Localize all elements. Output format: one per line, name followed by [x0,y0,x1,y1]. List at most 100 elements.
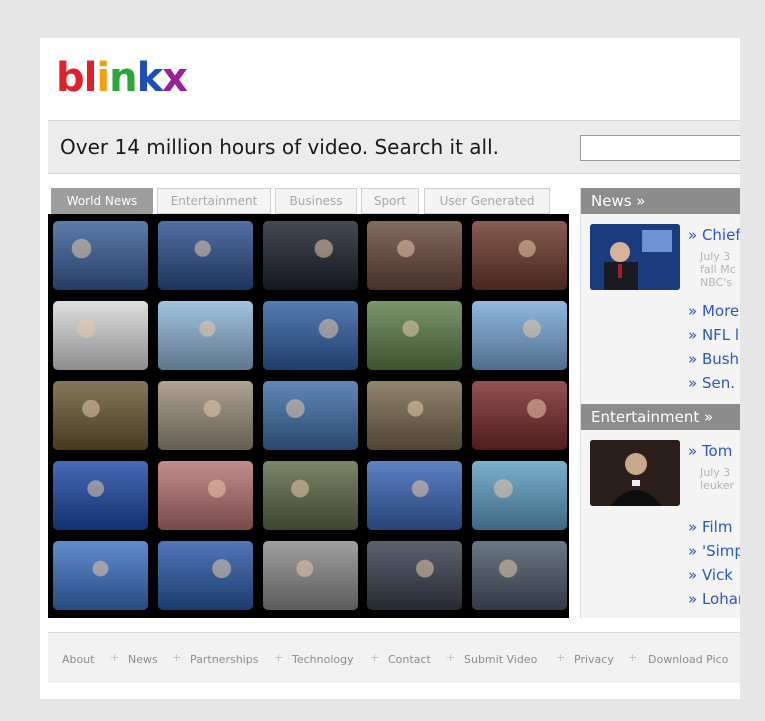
search-input[interactable] [580,135,740,161]
footer-separator: + [628,651,638,664]
video-thumbnail[interactable] [53,221,148,290]
video-thumbnail[interactable] [367,381,462,450]
footer-separator: + [446,651,456,664]
video-frame-image [472,381,567,450]
video-frame-image [53,221,148,290]
news-section-header[interactable]: News » [581,188,740,214]
footer-nav: About + News + Partnerships + Technology… [48,632,740,683]
video-frame-image [367,221,462,290]
video-thumbnail[interactable] [367,541,462,610]
footer-separator: + [172,651,182,664]
tab-business[interactable]: Business [275,188,357,214]
logo-letter: b [56,55,85,101]
video-frame-image [158,541,253,610]
entertainment-lead-title[interactable]: » Tom [688,442,732,460]
video-thumbnail[interactable] [263,221,358,290]
video-thumbnail[interactable] [53,301,148,370]
entertainment-link[interactable]: » Lohar [688,590,740,608]
search-tagline: Over 14 million hours of video. Search i… [60,135,500,159]
video-frame-image [472,221,567,290]
video-frame-image [158,381,253,450]
footer-link-about[interactable]: About [62,653,95,666]
video-thumbnail[interactable] [53,381,148,450]
video-frame-image [367,461,462,530]
footer-link-technology[interactable]: Technology [292,653,354,666]
footer-separator: + [370,651,380,664]
news-link[interactable]: » NFL l [688,326,739,344]
entertainment-lead-thumbnail[interactable] [590,440,680,506]
video-thumbnail[interactable] [263,541,358,610]
news-link[interactable]: » Sen. [688,374,735,392]
page-frame: blinkx Over 14 million hours of video. S… [40,38,740,699]
logo-letter: n [109,55,138,101]
logo-letter: i [96,55,110,101]
video-frame-image [367,301,462,370]
tab-user-generated[interactable]: User Generated [424,188,550,214]
footer-separator: + [110,651,120,664]
search-bar: Over 14 million hours of video. Search i… [48,120,740,174]
video-thumbnail[interactable] [367,221,462,290]
entertainment-link[interactable]: » Film [688,518,732,536]
video-thumbnail[interactable] [263,381,358,450]
video-thumbnail[interactable] [367,301,462,370]
footer-separator: + [556,651,566,664]
video-thumbnail[interactable] [472,461,567,530]
video-frame-image [53,301,148,370]
footer-link-partnerships[interactable]: Partnerships [190,653,258,666]
video-frame-image [472,541,567,610]
entertainment-lead-description: July 3 leuker [700,466,735,492]
footer-link-contact[interactable]: Contact [388,653,431,666]
video-frame-image [53,541,148,610]
video-thumbnail[interactable] [158,461,253,530]
video-frame-image [158,221,253,290]
news-lead-thumbnail[interactable] [590,224,680,290]
news-link[interactable]: » More [688,302,739,320]
entertainment-link[interactable]: » Vick [688,566,733,584]
footer-link-privacy[interactable]: Privacy [574,653,614,666]
video-thumbnail[interactable] [53,541,148,610]
tab-sport[interactable]: Sport [361,188,419,214]
video-frame-image [158,461,253,530]
logo-letter: l [83,55,98,101]
video-frame-image [263,221,358,290]
news-link[interactable]: » Bush [688,350,739,368]
blinkx-logo[interactable]: blinkx [56,55,188,101]
news-lead-title[interactable]: » Chief [688,226,740,244]
video-thumbnail[interactable] [53,461,148,530]
video-frame-image [263,301,358,370]
footer-link-news[interactable]: News [128,653,158,666]
video-frame-image [158,301,253,370]
video-frame-image [263,541,358,610]
video-frame-image [263,461,358,530]
tab-world-news[interactable]: World News [51,188,153,214]
video-frame-image [472,301,567,370]
video-thumbnail[interactable] [367,461,462,530]
video-thumbnail[interactable] [263,461,358,530]
logo-letter: x [162,55,188,101]
video-thumbnail[interactable] [472,221,567,290]
entertainment-person-image [590,440,680,506]
news-anchor-image [590,224,680,290]
video-thumbnail[interactable] [158,381,253,450]
entertainment-link[interactable]: » 'Simp [688,542,740,560]
news-lead-description: July 3 fall Mc NBC's [700,250,736,289]
video-frame-image [263,381,358,450]
video-frame-image [472,461,567,530]
video-thumbnail-grid [48,214,569,618]
video-thumbnail[interactable] [158,221,253,290]
logo-letter: k [136,55,164,101]
video-thumbnail[interactable] [158,301,253,370]
video-thumbnail[interactable] [263,301,358,370]
video-thumbnail[interactable] [472,301,567,370]
video-thumbnail[interactable] [158,541,253,610]
footer-link-submit-video[interactable]: Submit Video [464,653,537,666]
video-frame-image [53,381,148,450]
video-frame-image [367,541,462,610]
video-frame-image [367,381,462,450]
video-frame-image [53,461,148,530]
footer-link-download-pico[interactable]: Download Pico [648,653,728,666]
tab-entertainment[interactable]: Entertainment [157,188,271,214]
entertainment-section-header[interactable]: Entertainment » [581,404,740,430]
video-thumbnail[interactable] [472,381,567,450]
video-thumbnail[interactable] [472,541,567,610]
